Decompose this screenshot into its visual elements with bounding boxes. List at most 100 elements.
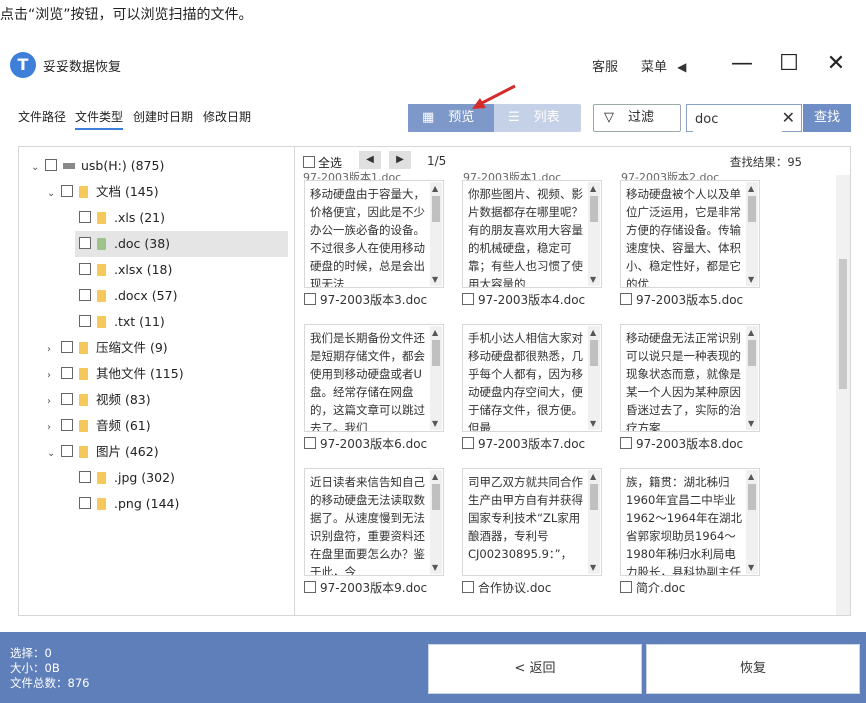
tree-checkbox[interactable] — [61, 445, 73, 457]
scroll-down-icon[interactable]: ▼ — [748, 419, 754, 428]
scrollbar-thumb[interactable] — [432, 340, 440, 366]
file-name-checkbox[interactable]: 简介.doc — [620, 579, 685, 596]
tree-item-doc[interactable]: .doc (38) — [75, 231, 288, 257]
maximize-icon[interactable]: ☐ — [773, 48, 805, 80]
tree-checkbox[interactable] — [61, 393, 73, 405]
preview-scrollbar[interactable]: ▲ ▼ — [746, 182, 758, 286]
scroll-up-icon[interactable]: ▲ — [748, 472, 754, 481]
preview-scrollbar[interactable]: ▲ ▼ — [430, 182, 442, 286]
scrollbar-thumb[interactable] — [590, 196, 598, 222]
chevron-down-icon[interactable]: ⌄ — [31, 155, 43, 181]
tab-modified-date[interactable]: 修改日期 — [203, 108, 251, 125]
tree-checkbox[interactable] — [61, 367, 73, 379]
scrollbar-thumb[interactable] — [432, 484, 440, 510]
chevron-right-icon[interactable]: › — [47, 337, 59, 363]
preview-scrollbar[interactable]: ▲ ▼ — [430, 470, 442, 574]
next-page-button[interactable]: ▶ — [389, 151, 411, 169]
scroll-down-icon[interactable]: ▼ — [432, 275, 438, 284]
back-button[interactable]: < 返回 — [428, 644, 642, 694]
preview-scrollbar[interactable]: ▲ ▼ — [430, 326, 442, 430]
chevron-right-icon[interactable]: › — [47, 389, 59, 415]
file-preview-card[interactable]: 我们是长期备份文件还是短期存储文件，都会使用到移动硬盘或者U盘。经常存储在网盘的… — [304, 324, 444, 432]
tree-item-jpg[interactable]: .jpg (302) — [19, 465, 294, 491]
file-name-checkbox[interactable]: 合作协议.doc — [462, 579, 551, 596]
file-preview-card[interactable]: 移动硬盘被个人以及单位广泛运用，它是非常方便的存储设备。传输速度快、容量大、体积… — [620, 180, 760, 288]
file-name-checkbox[interactable]: 97-2003版本3.doc — [304, 291, 427, 308]
recover-button[interactable]: 恢复 — [646, 644, 860, 694]
scroll-up-icon[interactable]: ▲ — [590, 472, 596, 481]
file-preview-card[interactable]: 近日读者来信告知自己的移动硬盘无法读取数据了。从速度慢到无法识别盘符，重要资料还… — [304, 468, 444, 576]
tree-checkbox[interactable] — [45, 159, 57, 171]
chevron-down-icon[interactable]: ⌄ — [47, 181, 59, 207]
preview-scrollbar[interactable]: ▲ ▼ — [588, 470, 600, 574]
tab-created-date[interactable]: 创建时日期 — [133, 108, 193, 125]
tree-item-video[interactable]: › 视频 (83) — [19, 387, 294, 413]
grid-scrollbar[interactable] — [836, 175, 850, 615]
tree-checkbox[interactable] — [61, 341, 73, 353]
clear-search-icon[interactable]: ✕ — [782, 108, 795, 127]
file-preview-card[interactable]: 移动硬盘无法正常识别可以说只是一种表现的现象状态而意，就像是某一个人因为某种原因… — [620, 324, 760, 432]
tree-checkbox[interactable] — [61, 419, 73, 431]
tree-item-docx[interactable]: .docx (57) — [19, 283, 294, 309]
scroll-down-icon[interactable]: ▼ — [432, 563, 438, 572]
scroll-up-icon[interactable]: ▲ — [590, 184, 596, 193]
file-preview-card[interactable]: 你那些图片、视频、影片数据都存在哪里呢？有的朋友喜欢用大容量的机械硬盘，稳定可靠… — [462, 180, 602, 288]
scroll-up-icon[interactable]: ▲ — [432, 328, 438, 337]
file-name-checkbox[interactable]: 97-2003版本8.doc — [620, 435, 743, 452]
file-preview-card[interactable]: 司甲乙双方就共同合作生产由甲方自有并获得国家专利技术“ZL家用酿酒器，专利号CJ… — [462, 468, 602, 576]
scroll-up-icon[interactable]: ▲ — [590, 328, 596, 337]
search-input[interactable] — [693, 106, 782, 132]
customer-service-link[interactable]: 客服 — [592, 56, 618, 75]
scrollbar-thumb[interactable] — [748, 340, 756, 366]
prev-page-button[interactable]: ◀ — [359, 151, 381, 169]
tree-checkbox[interactable] — [79, 211, 91, 223]
scroll-down-icon[interactable]: ▼ — [590, 275, 596, 284]
tree-item-png[interactable]: .png (144) — [19, 491, 294, 517]
tree-item-xlsx[interactable]: .xlsx (18) — [19, 257, 294, 283]
scroll-up-icon[interactable]: ▲ — [432, 472, 438, 481]
tree-checkbox[interactable] — [79, 497, 91, 509]
tree-checkbox[interactable] — [79, 263, 91, 275]
scroll-up-icon[interactable]: ▲ — [432, 184, 438, 193]
tree-checkbox[interactable] — [79, 289, 91, 301]
tree-item-xls[interactable]: .xls (21) — [19, 205, 294, 231]
scroll-up-icon[interactable]: ▲ — [748, 328, 754, 337]
preview-scrollbar[interactable]: ▲ ▼ — [746, 326, 758, 430]
scrollbar-thumb[interactable] — [432, 196, 440, 222]
menu-button[interactable]: 菜单 ◀ — [641, 56, 686, 75]
file-name-checkbox[interactable]: 97-2003版本7.doc — [462, 435, 585, 452]
scrollbar-thumb[interactable] — [590, 340, 598, 366]
tree-checkbox[interactable] — [79, 471, 91, 483]
tree-item-usb[interactable]: ⌄ usb(H:) (875) — [19, 153, 294, 179]
tree-item-archives[interactable]: › 压缩文件 (9) — [19, 335, 294, 361]
tab-file-type[interactable]: 文件类型 — [75, 108, 124, 130]
file-name-checkbox[interactable]: 97-2003版本4.doc — [462, 291, 585, 308]
tree-item-documents[interactable]: ⌄ 文档 (145) — [19, 179, 294, 205]
file-name-checkbox[interactable]: 97-2003版本5.doc — [620, 291, 743, 308]
file-name-checkbox[interactable]: 97-2003版本6.doc — [304, 435, 427, 452]
filter-button[interactable]: ▽ 过滤 — [593, 104, 681, 132]
scrollbar-thumb[interactable] — [748, 484, 756, 510]
preview-scrollbar[interactable]: ▲ ▼ — [588, 326, 600, 430]
scroll-up-icon[interactable]: ▲ — [748, 184, 754, 193]
tab-file-path[interactable]: 文件路径 — [18, 108, 66, 125]
preview-scrollbar[interactable]: ▲ ▼ — [588, 182, 600, 286]
tree-item-txt[interactable]: .txt (11) — [19, 309, 294, 335]
tree-item-other[interactable]: › 其他文件 (115) — [19, 361, 294, 387]
chevron-right-icon[interactable]: › — [47, 363, 59, 389]
scrollbar-thumb[interactable] — [590, 484, 598, 510]
tree-checkbox[interactable] — [61, 185, 73, 197]
chevron-right-icon[interactable]: › — [47, 415, 59, 441]
scroll-down-icon[interactable]: ▼ — [748, 563, 754, 572]
scrollbar-thumb[interactable] — [748, 196, 756, 222]
search-button[interactable]: 查找 — [803, 104, 851, 132]
tree-item-images[interactable]: ⌄ 图片 (462) — [19, 439, 294, 465]
chevron-down-icon[interactable]: ⌄ — [47, 441, 59, 467]
scrollbar-thumb[interactable] — [839, 259, 847, 389]
scroll-down-icon[interactable]: ▼ — [748, 275, 754, 284]
scroll-down-icon[interactable]: ▼ — [590, 563, 596, 572]
scroll-down-icon[interactable]: ▼ — [590, 419, 596, 428]
file-name-checkbox[interactable]: 97-2003版本9.doc — [304, 579, 427, 596]
minimize-icon[interactable]: — — [726, 48, 758, 80]
scroll-down-icon[interactable]: ▼ — [432, 419, 438, 428]
